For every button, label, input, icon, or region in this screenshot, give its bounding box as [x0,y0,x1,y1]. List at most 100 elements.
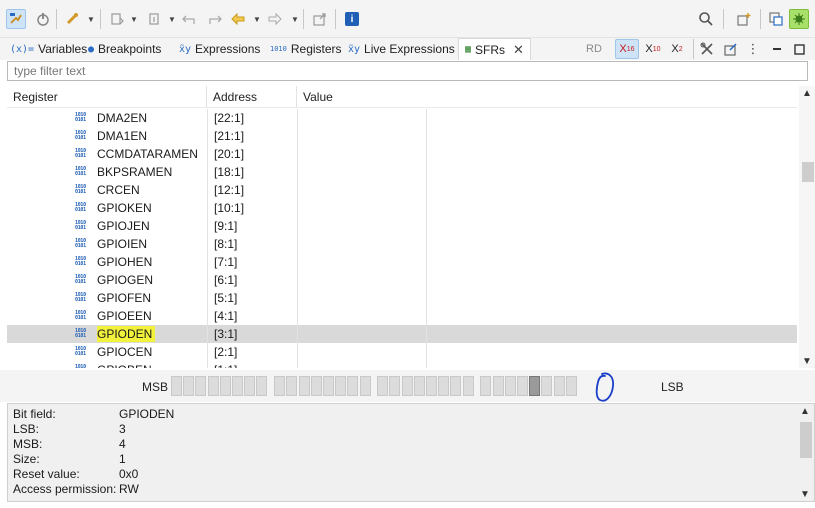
table-row[interactable]: 1010 0101 GPIOIEN [8:1] [7,235,797,253]
tools-icon[interactable] [698,39,716,59]
open-perspective-icon[interactable] [734,9,754,29]
bit-cell[interactable] [413,376,425,396]
bit-cell[interactable] [347,376,359,396]
value-cell[interactable] [297,235,427,253]
column-header-address[interactable]: Address [207,86,297,108]
bit-cell[interactable] [401,376,413,396]
bit-cell[interactable] [504,376,516,396]
bit-cell[interactable] [207,376,219,396]
column-header-value[interactable]: Value [297,86,427,108]
bit-cell[interactable] [480,376,492,396]
binary-format-button[interactable]: X2 [667,39,687,59]
bit-cell[interactable] [377,376,389,396]
bit-cell[interactable] [553,376,565,396]
bit-cell[interactable] [516,376,528,396]
rocket-dropdown-chevron-icon[interactable]: ▼ [86,9,96,29]
scrollbar-thumb[interactable] [802,162,814,182]
bit-cell[interactable] [256,376,268,396]
debug-hand-icon[interactable] [33,9,53,29]
bit-cell[interactable] [335,376,347,396]
bit-cell[interactable] [171,376,182,396]
bit-cell[interactable] [389,376,401,396]
scroll-down-icon[interactable]: ▼ [797,487,813,501]
bit-cell[interactable] [438,376,450,396]
export-icon[interactable] [310,9,330,29]
hex-format-button[interactable]: X 16 [615,39,639,59]
table-row[interactable]: 1010 0101 DMA1EN [21:1] [7,127,797,145]
undo-icon[interactable] [180,9,200,29]
step-into-icon[interactable] [107,9,127,29]
bit-cell[interactable] [310,376,322,396]
tab-variables[interactable]: (x)= Variables [10,38,87,60]
scroll-up-icon[interactable]: ▲ [797,404,813,418]
export-register-icon[interactable] [722,39,740,59]
table-row[interactable]: 1010 0101 GPIOEEN [4:1] [7,307,797,325]
bit-cell[interactable] [462,376,474,396]
filter-input[interactable] [7,61,808,81]
table-row[interactable]: 1010 0101 CCMDATARAMEN [20:1] [7,145,797,163]
table-row[interactable]: 1010 0101 GPIOFEN [5:1] [7,289,797,307]
table-row[interactable]: 1010 0101 GPIOHEN [7:1] [7,253,797,271]
column-header-register[interactable]: Register [7,86,207,108]
scrollbar-thumb[interactable] [800,422,812,458]
rocket-icon[interactable] [62,9,82,29]
rd-button[interactable]: RD [584,39,604,59]
bit-cell[interactable] [244,376,256,396]
value-cell[interactable] [297,109,427,127]
value-cell[interactable] [297,343,427,361]
bit-cell[interactable] [195,376,207,396]
step-return-icon[interactable] [144,9,164,29]
value-cell[interactable] [297,253,427,271]
cpp-perspective-icon[interactable] [766,9,786,29]
hex-cursor-icon[interactable] [6,9,26,29]
step-into-dropdown-chevron-icon[interactable]: ▼ [129,9,139,29]
table-row[interactable]: 1010 0101 BKPSRAMEN [18:1] [7,163,797,181]
table-row[interactable]: 1010 0101 DMA2EN [22:1] [7,109,797,127]
bit-cell[interactable] [359,376,371,396]
tab-expressions[interactable]: x̃y Expressions [179,38,260,60]
table-row[interactable]: 1010 0101 GPIOGEN [6:1] [7,271,797,289]
bit-cell[interactable] [322,376,334,396]
bit-cell[interactable] [426,376,437,396]
bit-cell[interactable] [274,376,286,396]
view-menu-icon[interactable]: ⋮ [746,39,760,59]
value-cell[interactable] [297,127,427,145]
value-cell[interactable] [297,145,427,163]
table-scrollbar[interactable]: ▲ ▼ [799,86,815,368]
bit-cell[interactable] [541,376,553,396]
bit-cell[interactable] [298,376,310,396]
forward-arrow-icon[interactable] [265,9,285,29]
redo-icon[interactable] [204,9,224,29]
value-cell[interactable] [297,271,427,289]
details-scrollbar[interactable]: ▲ ▼ [797,404,813,501]
back-arrow-icon[interactable] [228,9,248,29]
table-row[interactable]: 1010 0101 CRCEN [12:1] [7,181,797,199]
bit-cell[interactable] [565,376,577,396]
value-cell[interactable] [297,361,427,368]
bit-cell[interactable] [183,376,195,396]
bit-cell[interactable] [286,376,298,396]
table-row[interactable]: 1010 0101 GPIOJEN [9:1] [7,217,797,235]
maximize-icon[interactable] [791,39,807,59]
bit-cell[interactable] [529,376,541,396]
value-cell[interactable] [297,199,427,217]
tab-breakpoints[interactable]: ● Breakpoints [88,38,161,60]
search-icon[interactable] [696,9,716,29]
value-cell[interactable] [297,289,427,307]
value-cell[interactable] [297,163,427,181]
table-row[interactable]: 1010 0101 GPIODEN [3:1] [7,325,797,343]
scroll-down-icon[interactable]: ▼ [799,354,815,368]
bit-cell[interactable] [492,376,504,396]
bit-cell[interactable] [219,376,231,396]
value-cell[interactable] [297,217,427,235]
decimal-format-button[interactable]: X 10 [642,39,664,59]
tab-registers[interactable]: 1010 Registers [270,38,342,60]
value-cell[interactable] [297,307,427,325]
bit-cell[interactable] [232,376,243,396]
minimize-icon[interactable] [769,39,785,59]
table-row[interactable]: 1010 0101 GPIOBEN [1:1] [7,361,797,368]
bit-cell[interactable] [450,376,462,396]
info-icon[interactable]: i [342,9,362,29]
scroll-up-icon[interactable]: ▲ [799,86,815,100]
forward-dropdown-chevron-icon[interactable]: ▼ [290,9,300,29]
